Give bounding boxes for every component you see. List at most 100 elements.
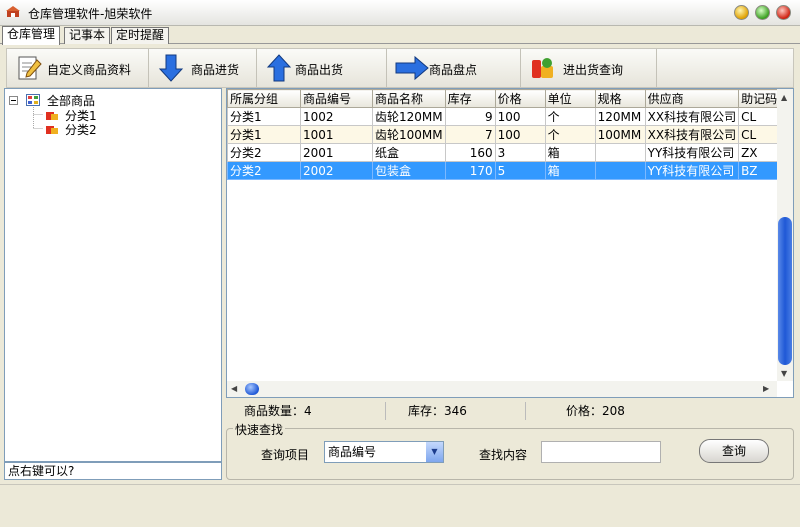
cell-unit: 个 [544,125,596,144]
goods-out-button[interactable]: 商品出货 [257,49,387,87]
cell-spec: 100MM [594,125,646,144]
cell-spec: 120MM [594,107,646,126]
cell-name: 齿轮120MM [372,107,446,126]
column-header[interactable]: 商品名称 [372,89,446,108]
table-row[interactable]: 分类1 1002 齿轮120MM 9 100 个 120MM XX科技有限公司 … [227,107,784,126]
chevron-down-icon[interactable]: ▼ [426,442,443,462]
toolbar: 自定义商品资料 商品进货 商品出货 商品盘点 进出货查询 [6,48,794,88]
cell-unit: 个 [544,107,596,126]
cell-name: 包装盒 [372,161,446,180]
table-row[interactable]: 分类1 1001 齿轮100MM 7 100 个 100MM XX科技有限公司 … [227,125,784,144]
column-header[interactable]: 价格 [494,89,546,108]
price-value: 208 [602,404,625,418]
cell-code: 1001 [300,125,373,144]
vertical-scroll-thumb[interactable] [778,217,792,365]
column-header[interactable]: 商品编号 [300,89,373,108]
tab-warehouse[interactable]: 仓库管理 [2,26,61,45]
count-label: 商品数量： [244,404,305,418]
query-item-value: 商品编号 [328,445,377,459]
horizontal-scrollbar[interactable]: ◀ ▶ [227,381,777,397]
cell-group: 分类1 [227,125,301,144]
arrow-right-icon [395,55,429,81]
window-title: 仓库管理软件-旭荣软件 [28,7,153,21]
goods-out-label: 商品出货 [295,63,344,77]
horizontal-scroll-thumb[interactable] [245,383,259,395]
category-icon [46,126,58,134]
column-header[interactable]: 库存 [444,89,496,108]
custom-goods-button[interactable]: 自定义商品资料 [7,49,149,87]
cell-spec [594,161,646,180]
cell-stock: 160 [444,143,496,162]
quick-search-legend: 快速查找 [233,421,286,438]
custom-goods-label: 自定义商品资料 [47,63,132,77]
grid-folder-icon [26,94,40,106]
tab-strip: 仓库管理 记事本 定时提醒 [0,26,800,45]
stock-value: 346 [444,404,467,418]
cell-stock: 170 [444,161,496,180]
category-icon [46,112,58,120]
cell-code: 2001 [300,143,373,162]
column-header[interactable]: 单位 [544,89,596,108]
column-header[interactable]: 所属分组 [227,89,301,108]
cell-stock: 9 [444,107,496,126]
scroll-down-icon[interactable]: ▼ [781,369,787,378]
goods-table: 所属分组 商品编号 商品名称 库存 价格 单位 规格 供应商 助记码 分类1 1… [226,88,794,398]
category-tree: 全部商品 分类1 分类2 [4,88,222,462]
minimize-button[interactable] [734,5,749,20]
cell-group: 分类2 [227,161,301,180]
edit-document-icon [18,56,42,80]
cell-unit: 箱 [544,143,596,162]
summary-bar: 商品数量：4 库存：346 价格：208 [226,402,794,420]
column-header[interactable]: 规格 [594,89,646,108]
cell-name: 齿轮100MM [372,125,446,144]
cell-price: 100 [494,107,546,126]
cell-spec [594,143,646,162]
status-bar [0,484,800,527]
tree-item-category2[interactable]: 分类2 [65,121,97,138]
column-header[interactable]: 供应商 [644,89,740,108]
goods-query-icon [532,58,553,78]
query-content-input[interactable] [541,441,661,463]
cell-name: 纸盒 [372,143,446,162]
summary-count: 商品数量：4 [226,402,386,420]
cell-price: 100 [494,125,546,144]
goods-in-button[interactable]: 商品进货 [149,49,257,87]
scroll-left-icon[interactable]: ◀ [231,384,237,393]
arrow-up-icon [266,54,292,82]
cell-supplier: XX科技有限公司 [644,107,740,126]
maximize-button[interactable] [755,5,770,20]
cell-code: 1002 [300,107,373,126]
tab-reminder[interactable]: 定时提醒 [111,27,170,44]
quick-search-group: 快速查找 查询项目 商品编号 ▼ 查找内容 查询 [226,421,794,480]
cell-mnemonic: CL [738,107,784,126]
vertical-scrollbar[interactable]: ▲ ▼ [777,89,793,381]
title-bar: 仓库管理软件-旭荣软件 [0,0,800,26]
cell-code: 2002 [300,161,373,180]
query-item-select[interactable]: 商品编号 ▼ [324,441,444,463]
tree-hint: 点右键可以? [4,462,222,480]
goods-check-button[interactable]: 商品盘点 [387,49,521,87]
scroll-right-icon[interactable]: ▶ [763,384,769,393]
cell-supplier: XX科技有限公司 [644,125,740,144]
app-icon [6,6,20,17]
cell-supplier: YY科技有限公司 [644,161,740,180]
cell-mnemonic: CL [738,125,784,144]
in-out-query-button[interactable]: 进出货查询 [521,49,657,87]
table-row[interactable]: 分类2 2001 纸盒 160 3 箱 YY科技有限公司 ZX [227,143,784,162]
cell-unit: 箱 [544,161,596,180]
column-header[interactable]: 助记码 [738,89,784,108]
query-content-label: 查找内容 [479,448,528,462]
query-button[interactable]: 查询 [699,439,769,463]
query-item-label: 查询项目 [261,448,310,462]
stock-label: 库存： [408,404,445,418]
close-button[interactable] [776,5,791,20]
tab-notepad[interactable]: 记事本 [64,27,111,44]
in-out-query-label: 进出货查询 [563,63,624,77]
goods-check-label: 商品盘点 [429,63,478,77]
cell-group: 分类2 [227,143,301,162]
table-row-selected[interactable]: 分类2 2002 包装盒 170 5 箱 YY科技有限公司 BZ [227,161,784,180]
cell-price: 5 [494,161,546,180]
cell-price: 3 [494,143,546,162]
scroll-up-icon[interactable]: ▲ [781,93,787,102]
header-row: 所属分组 商品编号 商品名称 库存 价格 单位 规格 供应商 助记码 [227,89,784,108]
